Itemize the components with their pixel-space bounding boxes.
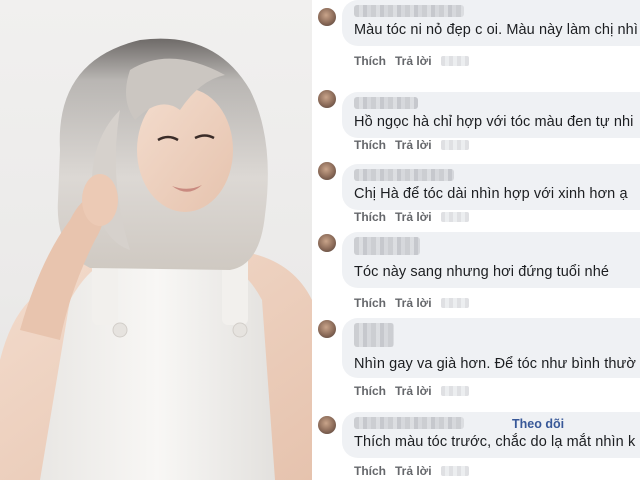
commenter-name-blurred[interactable] bbox=[354, 169, 454, 181]
comment-actions: Thích Trả lời bbox=[354, 464, 469, 478]
commenter-name-blurred[interactable] bbox=[354, 417, 464, 429]
comment-actions: Thích Trả lời bbox=[354, 138, 469, 152]
like-link[interactable]: Thích bbox=[354, 210, 386, 224]
timestamp-blurred bbox=[440, 212, 469, 222]
reply-link[interactable]: Trả lời bbox=[395, 210, 432, 224]
timestamp-blurred bbox=[440, 56, 469, 66]
reply-link[interactable]: Trả lời bbox=[395, 138, 432, 152]
timestamp-blurred bbox=[440, 140, 469, 150]
follow-link[interactable]: Theo dõi bbox=[512, 417, 564, 431]
commenter-name-blurred[interactable] bbox=[354, 97, 418, 109]
comment-text: Hồ ngọc hà chỉ hợp với tóc màu đen tự nh… bbox=[354, 114, 634, 130]
timestamp-blurred bbox=[440, 386, 469, 396]
avatar[interactable] bbox=[318, 320, 336, 338]
reply-link[interactable]: Trả lời bbox=[395, 296, 432, 310]
comment-actions: Thích Trả lời bbox=[354, 296, 469, 310]
comment-text: Màu tóc ni nỏ đẹp c oi. Màu này làm chị … bbox=[354, 22, 638, 38]
like-link[interactable]: Thích bbox=[354, 464, 386, 478]
avatar[interactable] bbox=[318, 90, 336, 108]
avatar[interactable] bbox=[318, 416, 336, 434]
comment-bubble: Hồ ngọc hà chỉ hợp với tóc màu đen tự nh… bbox=[342, 92, 640, 138]
comment-actions: Thích Trả lời bbox=[354, 210, 469, 224]
timestamp-blurred bbox=[440, 466, 469, 476]
comment-text: Nhìn gay va già hơn. Để tóc như bình thư… bbox=[354, 356, 636, 372]
commenter-name-blurred[interactable] bbox=[354, 5, 464, 17]
comment-text: Chị Hà để tóc dài nhìn hợp với xinh hơn … bbox=[354, 186, 628, 202]
comment-bubble: Tóc này sang nhưng hơi đứng tuổi nhé bbox=[342, 232, 640, 288]
portrait-illustration bbox=[0, 38, 312, 480]
like-link[interactable]: Thích bbox=[354, 296, 386, 310]
like-link[interactable]: Thích bbox=[354, 54, 386, 68]
reply-link[interactable]: Trả lời bbox=[395, 384, 432, 398]
portrait-photo bbox=[0, 0, 312, 480]
comment-bubble: Theo dõi Thích màu tóc trước, chắc do lạ… bbox=[342, 412, 640, 458]
comment-bubble: Chị Hà để tóc dài nhìn hợp với xinh hơn … bbox=[342, 164, 640, 210]
commenter-name-blurred[interactable] bbox=[354, 323, 394, 347]
reply-link[interactable]: Trả lời bbox=[395, 54, 432, 68]
timestamp-blurred bbox=[440, 298, 469, 308]
comment-text: Tóc này sang nhưng hơi đứng tuổi nhé bbox=[354, 264, 610, 280]
comment-text: Thích màu tóc trước, chắc do lạ mắt nhìn… bbox=[354, 434, 636, 450]
comment-actions: Thích Trả lời bbox=[354, 384, 469, 398]
comment-bubble: Nhìn gay va già hơn. Để tóc như bình thư… bbox=[342, 318, 640, 378]
like-link[interactable]: Thích bbox=[354, 138, 386, 152]
like-link[interactable]: Thích bbox=[354, 384, 386, 398]
avatar[interactable] bbox=[318, 8, 336, 26]
avatar[interactable] bbox=[318, 234, 336, 252]
comment-actions: Thích Trả lời bbox=[354, 54, 469, 68]
avatar[interactable] bbox=[318, 162, 336, 180]
commenter-name-blurred[interactable] bbox=[354, 237, 420, 255]
reply-link[interactable]: Trả lời bbox=[395, 464, 432, 478]
comment-bubble: Màu tóc ni nỏ đẹp c oi. Màu này làm chị … bbox=[342, 0, 640, 46]
comment-list: Màu tóc ni nỏ đẹp c oi. Màu này làm chị … bbox=[312, 0, 640, 480]
